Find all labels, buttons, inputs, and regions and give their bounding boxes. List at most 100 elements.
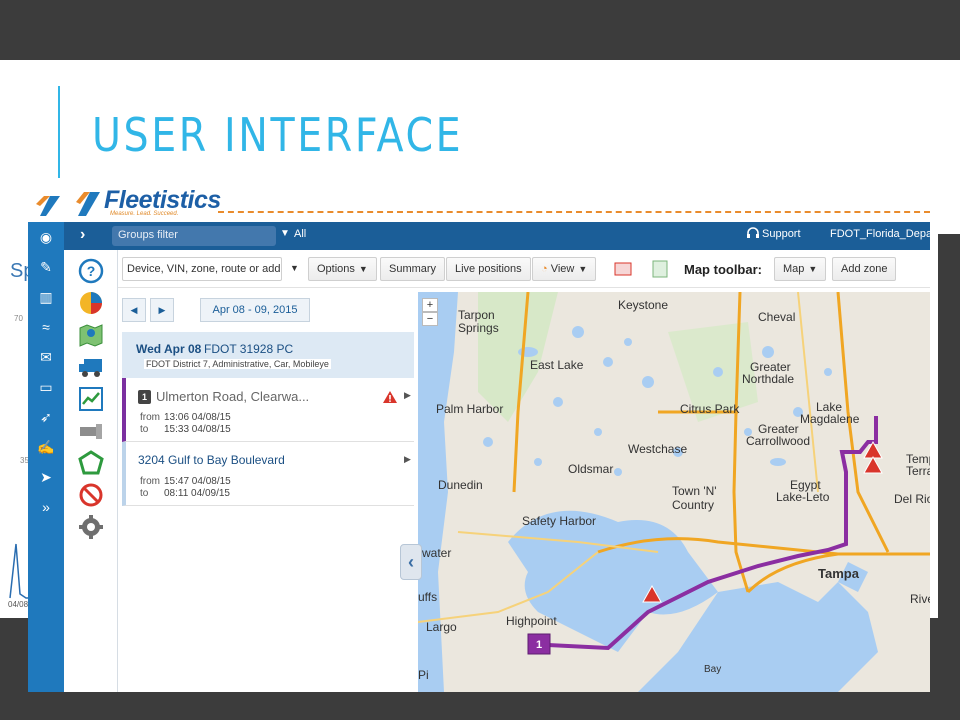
date-range-picker[interactable]: Apr 08 - 09, 2015 [200,298,310,322]
rocket-icon[interactable]: ➶ [28,402,64,432]
blocked-icon[interactable] [78,482,104,508]
trip-expand-arrow-icon[interactable]: ▶ [404,454,411,465]
live-positions-button[interactable]: Live positions [446,257,531,281]
pie-icon[interactable] [78,290,104,316]
map-label-northdale: Northdale [742,372,795,386]
feature-sidebar: ? [64,250,118,692]
help-icon[interactable]: ? [78,258,104,284]
trip-title: Ulmerton Road, Clearwa... [156,389,310,404]
day-title: Wed Apr 08 [136,342,202,356]
brand-tagline: Measure. Lead. Succeed. [110,211,179,217]
map-label-town-n: Town 'N' [672,484,717,498]
map-label-tampa: Tampa [818,566,859,581]
pipe-icon[interactable] [78,418,104,444]
user-account[interactable]: FDOT_Florida_Depart [830,228,930,240]
collapse-panel-button[interactable]: ‹ [400,544,422,580]
map-label-bay: Bay [704,664,722,675]
background-date: 04/08 [8,600,29,609]
trip-from: from 15:47 04/08/15 [140,476,231,487]
map-label-cheval: Cheval [758,310,796,324]
map-pin-icon[interactable]: ✎ [28,252,64,282]
map-label-tarpon: Tarpon [458,308,495,322]
map-label-palm-harbor: Palm Harbor [436,402,504,416]
headset-icon[interactable] [746,226,760,240]
brand-bar: Fleetistics Measure. Lead. Succeed. [28,186,930,222]
map-label-oldsmar: Oldsmar [568,462,614,476]
trend-icon[interactable] [78,386,104,412]
map-label-carrollwood: Carrollwood [746,434,811,448]
edit-icon[interactable]: ✍ [28,432,64,462]
trip-number-badge: 1 [138,390,151,404]
map-label-citrus-park: Citrus Park [680,402,740,416]
logo-icon[interactable]: ≈ [28,312,64,342]
left-rail: ◉ ✎ ▥ ≈ ✉ ▭ ➶ ✍ ➤ » [28,222,64,692]
map-label-keystone: Keystone [618,298,669,312]
warning-icon [383,391,397,403]
add-zone-button[interactable]: Add zone [832,257,897,281]
groups-dropdown-caret-icon[interactable]: ▼ [280,228,290,239]
day-header[interactable]: Wed Apr 08 FDOT 31928 PC FDOT District 7… [122,332,414,378]
day-subtitle: FDOT District 7, Administrative, Car, Mo… [144,359,331,369]
map-label-largo: Largo [426,620,457,634]
report-toolbar: Device, VIN, zone, route or addr ▼ Optio… [118,250,930,288]
chart-icon[interactable]: ▥ [28,282,64,312]
slide-title: USER INTERFACE [92,108,464,162]
excel-export-icon[interactable] [652,260,668,278]
map-label-safety-harbor: Safety Harbor [522,514,597,528]
pdf-export-icon[interactable] [614,262,632,276]
map-label-springs: Springs [458,321,499,335]
map-label-dunedin: Dunedin [438,478,483,492]
svg-text:1: 1 [536,639,542,651]
map-view[interactable]: 1 + − Keystone Tarpon Springs Cheval Eas… [418,292,930,692]
summary-button[interactable]: Summary [380,257,446,281]
trip-to: to 15:33 04/08/15 [140,424,231,435]
trip-title: 3204 Gulf to Bay Boulevard [138,453,285,467]
map-label-clearwater: rwater [418,546,452,560]
truck-icon[interactable] [78,354,104,380]
menu-toggle-chevron-icon[interactable]: › [80,226,85,244]
laptop-icon[interactable]: ▭ [28,372,64,402]
map-label-westchase: Westchase [628,442,688,456]
groups-filter-input[interactable]: Groups filter [112,226,276,246]
map-label-terrace: Terra [906,464,930,478]
options-button[interactable]: Options ▼ [308,257,377,281]
map-label-riverview: Rive [910,592,930,606]
map-label-country: Country [672,498,715,512]
brand-mark-icon [36,196,60,216]
next-date-button[interactable]: ▶ [150,298,174,322]
svg-text:?: ? [87,263,96,279]
zone-icon[interactable] [78,450,104,476]
app-screenshot: Fleetistics Measure. Lead. Succeed. ◉ ✎ … [28,186,930,692]
map-label-highpoint: Highpoint [506,614,557,628]
map-label-bluffs: uffs [418,590,438,604]
background-tick: 70 [14,314,23,323]
map-label-east-lake: East Lake [530,358,584,372]
title-accent-line [58,86,60,178]
map-label-del-rio: Del Rio [894,492,930,506]
trip-item[interactable]: 3204 Gulf to Bay Boulevard ▶ from 15:47 0… [122,442,414,506]
view-button[interactable]: ◔ View ▼ [532,257,597,281]
settings-icon[interactable] [78,514,104,540]
map-label-magdalene: Magdalene [800,412,860,426]
zoom-out-button[interactable]: − [422,312,438,326]
navigate-icon[interactable]: ➤ [28,462,64,492]
map-label-lake-leto: Lake-Leto [776,490,830,504]
map-icon[interactable] [78,322,104,348]
previous-date-button[interactable]: ◀ [122,298,146,322]
trips-panel: ◀ ▶ Apr 08 - 09, 2015 Wed Apr 08 FDOT 31… [118,288,418,692]
mail-icon[interactable]: ✉ [28,342,64,372]
map-type-button[interactable]: Map ▼ [774,257,827,281]
slide-top-band [0,0,960,60]
support-link[interactable]: Support [762,228,801,240]
trip-expand-arrow-icon[interactable]: ▶ [404,390,411,401]
zoom-in-button[interactable]: + [422,298,438,312]
expand-icon[interactable]: » [28,492,64,522]
dashboard-icon[interactable]: ◉ [28,222,64,252]
trip-item[interactable]: 1 Ulmerton Road, Clearwa... ▶ from 13:06 … [122,378,414,442]
groups-filter-all[interactable]: All [294,228,306,240]
device-search-input[interactable]: Device, VIN, zone, route or addr [122,257,282,281]
app-topbar: › Groups filter ▼ All Support FDOT_Flori… [64,222,930,250]
search-dropdown-caret-icon[interactable]: ▼ [282,257,304,281]
map-toolbar-label: Map toolbar: [684,262,762,277]
trip-to: to 08:11 04/09/15 [140,488,230,499]
